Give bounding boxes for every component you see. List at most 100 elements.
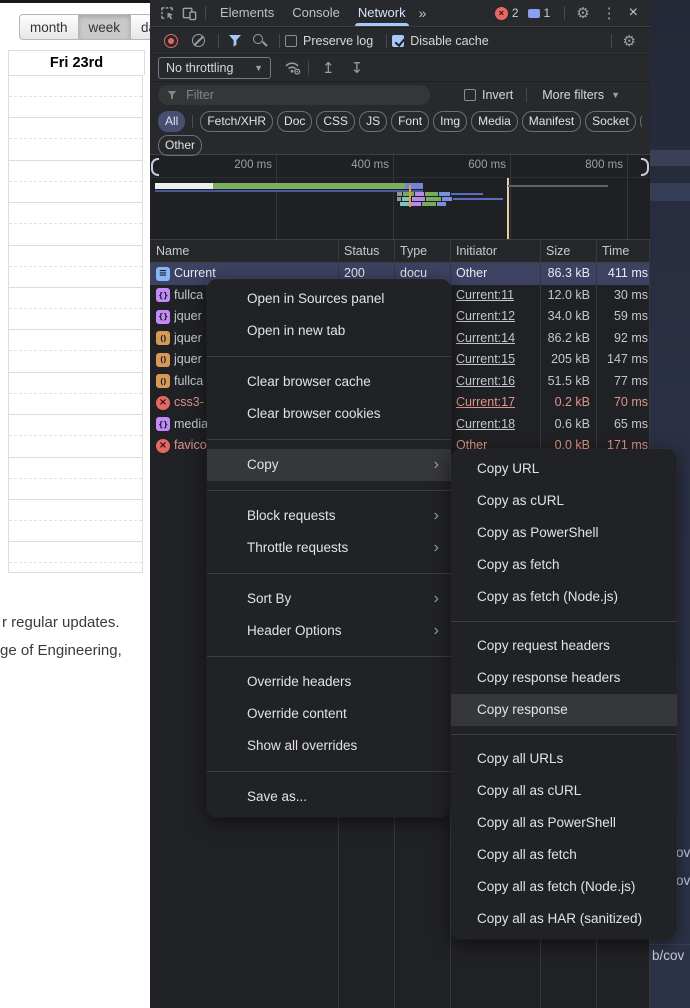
waterfall-line xyxy=(508,185,608,187)
menu-item-copy-as-powershell[interactable]: Copy as PowerShell xyxy=(451,517,677,549)
menu-item-copy-response-headers[interactable]: Copy response headers xyxy=(451,662,677,694)
chip-socket[interactable]: Socket xyxy=(585,111,636,132)
initiator-link[interactable]: Current:16 xyxy=(456,371,515,393)
gridline xyxy=(510,155,511,239)
menu-item-clear-browser-cookies[interactable]: Clear browser cookies xyxy=(207,398,451,430)
month-view-button[interactable]: month xyxy=(19,14,78,40)
menu-item-save-as[interactable]: Save as... xyxy=(207,781,451,813)
chip-manifest[interactable]: Manifest xyxy=(522,111,581,132)
menu-item-label: Sort By xyxy=(247,591,291,606)
menu-item-copy-as-curl[interactable]: Copy as cURL xyxy=(451,485,677,517)
timeline-subdivider xyxy=(150,177,650,178)
more-tabs-icon[interactable]: » xyxy=(415,5,431,21)
menu-item-open-in-new-tab[interactable]: Open in new tab xyxy=(207,315,451,347)
initiator-link[interactable]: Current:12 xyxy=(456,306,515,328)
chip-all[interactable]: All xyxy=(158,111,185,132)
network-settings-gear-icon[interactable]: ⚙ xyxy=(617,32,642,50)
import-har-icon[interactable]: ↥ xyxy=(314,59,343,77)
week-view-button[interactable]: week xyxy=(78,14,131,40)
clear-network-log-icon[interactable] xyxy=(192,34,205,47)
submenu-arrow-icon: › xyxy=(434,583,439,615)
waterfall-bar xyxy=(415,192,424,196)
chip-css[interactable]: CSS xyxy=(316,111,355,132)
disable-cache-checkbox[interactable]: Disable cache xyxy=(392,34,497,48)
network-conditions-icon[interactable] xyxy=(281,58,303,78)
network-overview-timeline[interactable]: 200 ms 400 ms 600 ms 800 ms xyxy=(150,155,650,240)
stylesheet-icon xyxy=(156,288,170,302)
menu-item-copy-url[interactable]: Copy URL xyxy=(451,453,677,485)
chip-media[interactable]: Media xyxy=(471,111,518,132)
menu-item-copy[interactable]: Copy › xyxy=(207,449,451,481)
column-header-name[interactable]: Name xyxy=(156,240,189,262)
column-header-type[interactable]: Type xyxy=(400,240,427,262)
menu-item-copy-as-fetch[interactable]: Copy as fetch xyxy=(451,549,677,581)
column-header-initiator[interactable]: Initiator xyxy=(456,240,497,262)
menu-item-copy-request-headers[interactable]: Copy request headers xyxy=(451,630,677,662)
divider xyxy=(218,34,219,48)
settings-gear-icon[interactable]: ⚙ xyxy=(570,4,595,22)
column-header-status[interactable]: Status xyxy=(344,240,379,262)
preserve-log-checkbox[interactable]: Preserve log xyxy=(285,34,381,48)
throttling-select[interactable]: No throttling ▼ xyxy=(158,57,271,79)
menu-item-override-headers[interactable]: Override headers xyxy=(207,666,451,698)
gridline xyxy=(276,155,277,239)
menu-item-copy-all-as-har[interactable]: Copy all as HAR (sanitized) xyxy=(451,903,677,935)
resource-type-filters: All Fetch/XHR Doc CSS JS Font Img Media … xyxy=(150,107,650,155)
chip-wasm[interactable]: Wasm xyxy=(640,111,642,132)
menu-item-header-options[interactable]: Header Options › xyxy=(207,615,451,647)
waterfall-bar xyxy=(400,202,409,206)
initiator-link[interactable]: Current:14 xyxy=(456,328,515,350)
chip-doc[interactable]: Doc xyxy=(277,111,312,132)
column-header-time[interactable]: Time xyxy=(602,240,629,262)
initiator-link[interactable]: Current:17 xyxy=(456,392,515,414)
chip-img[interactable]: Img xyxy=(433,111,467,132)
menu-item-copy-all-as-powershell[interactable]: Copy all as PowerShell xyxy=(451,807,677,839)
inspect-element-icon[interactable] xyxy=(156,3,178,23)
filter-input[interactable] xyxy=(184,87,421,103)
tab-console[interactable]: Console xyxy=(283,0,349,26)
divider xyxy=(205,6,206,20)
initiator-link[interactable]: Current:18 xyxy=(456,414,515,436)
menu-item-show-all-overrides[interactable]: Show all overrides xyxy=(207,730,451,762)
chip-js[interactable]: JS xyxy=(359,111,387,132)
chevron-down-icon: ▼ xyxy=(611,90,620,100)
menu-item-copy-all-as-curl[interactable]: Copy all as cURL xyxy=(451,775,677,807)
close-devtools-icon[interactable]: × xyxy=(623,4,644,22)
chip-other[interactable]: Other xyxy=(158,135,202,156)
tab-elements[interactable]: Elements xyxy=(211,0,283,26)
menu-item-block-requests[interactable]: Block requests › xyxy=(207,500,451,532)
waterfall-line xyxy=(451,193,483,195)
menu-item-clear-browser-cache[interactable]: Clear browser cache xyxy=(207,366,451,398)
message-count-badge[interactable]: 1 xyxy=(528,6,551,20)
chip-fetch-xhr[interactable]: Fetch/XHR xyxy=(200,111,273,132)
export-har-icon[interactable]: ↧ xyxy=(343,59,372,77)
menu-item-override-content[interactable]: Override content xyxy=(207,698,451,730)
script-icon xyxy=(156,331,170,345)
page-text-line: ge of Engineering, xyxy=(0,642,122,659)
overview-handle-left[interactable] xyxy=(151,158,159,176)
initiator-link[interactable]: Current:15 xyxy=(456,349,515,371)
record-network-log-icon[interactable] xyxy=(164,34,178,48)
invert-checkbox[interactable]: Invert xyxy=(464,88,521,102)
waterfall-bar xyxy=(425,192,438,196)
toggle-device-toolbar-icon[interactable] xyxy=(178,3,200,23)
menu-item-copy-as-fetch-node[interactable]: Copy as fetch (Node.js) xyxy=(451,581,677,613)
tab-network[interactable]: Network xyxy=(349,0,415,26)
menu-item-copy-all-as-fetch[interactable]: Copy all as fetch xyxy=(451,839,677,871)
column-header-size[interactable]: Size xyxy=(546,240,570,262)
more-filters-button[interactable]: More filters ▼ xyxy=(542,88,620,102)
error-count-badge[interactable]: × 2 xyxy=(495,6,519,20)
menu-item-sort-by[interactable]: Sort By › xyxy=(207,583,451,615)
kebab-menu-icon[interactable]: ⋮ xyxy=(596,4,623,22)
overview-handle-right[interactable] xyxy=(641,158,649,176)
chip-font[interactable]: Font xyxy=(391,111,429,132)
menu-item-open-in-sources[interactable]: Open in Sources panel xyxy=(207,283,451,315)
search-icon[interactable] xyxy=(250,32,270,50)
initiator-link[interactable]: Current:11 xyxy=(456,285,514,307)
menu-item-copy-all-as-fetch-node[interactable]: Copy all as fetch (Node.js) xyxy=(451,871,677,903)
filter-toggle-icon[interactable] xyxy=(224,31,246,51)
menu-item-throttle-requests[interactable]: Throttle requests › xyxy=(207,532,451,564)
menu-item-copy-response[interactable]: Copy response xyxy=(451,694,677,726)
page-text-line: r regular updates. xyxy=(2,614,120,631)
menu-item-copy-all-urls[interactable]: Copy all URLs xyxy=(451,743,677,775)
